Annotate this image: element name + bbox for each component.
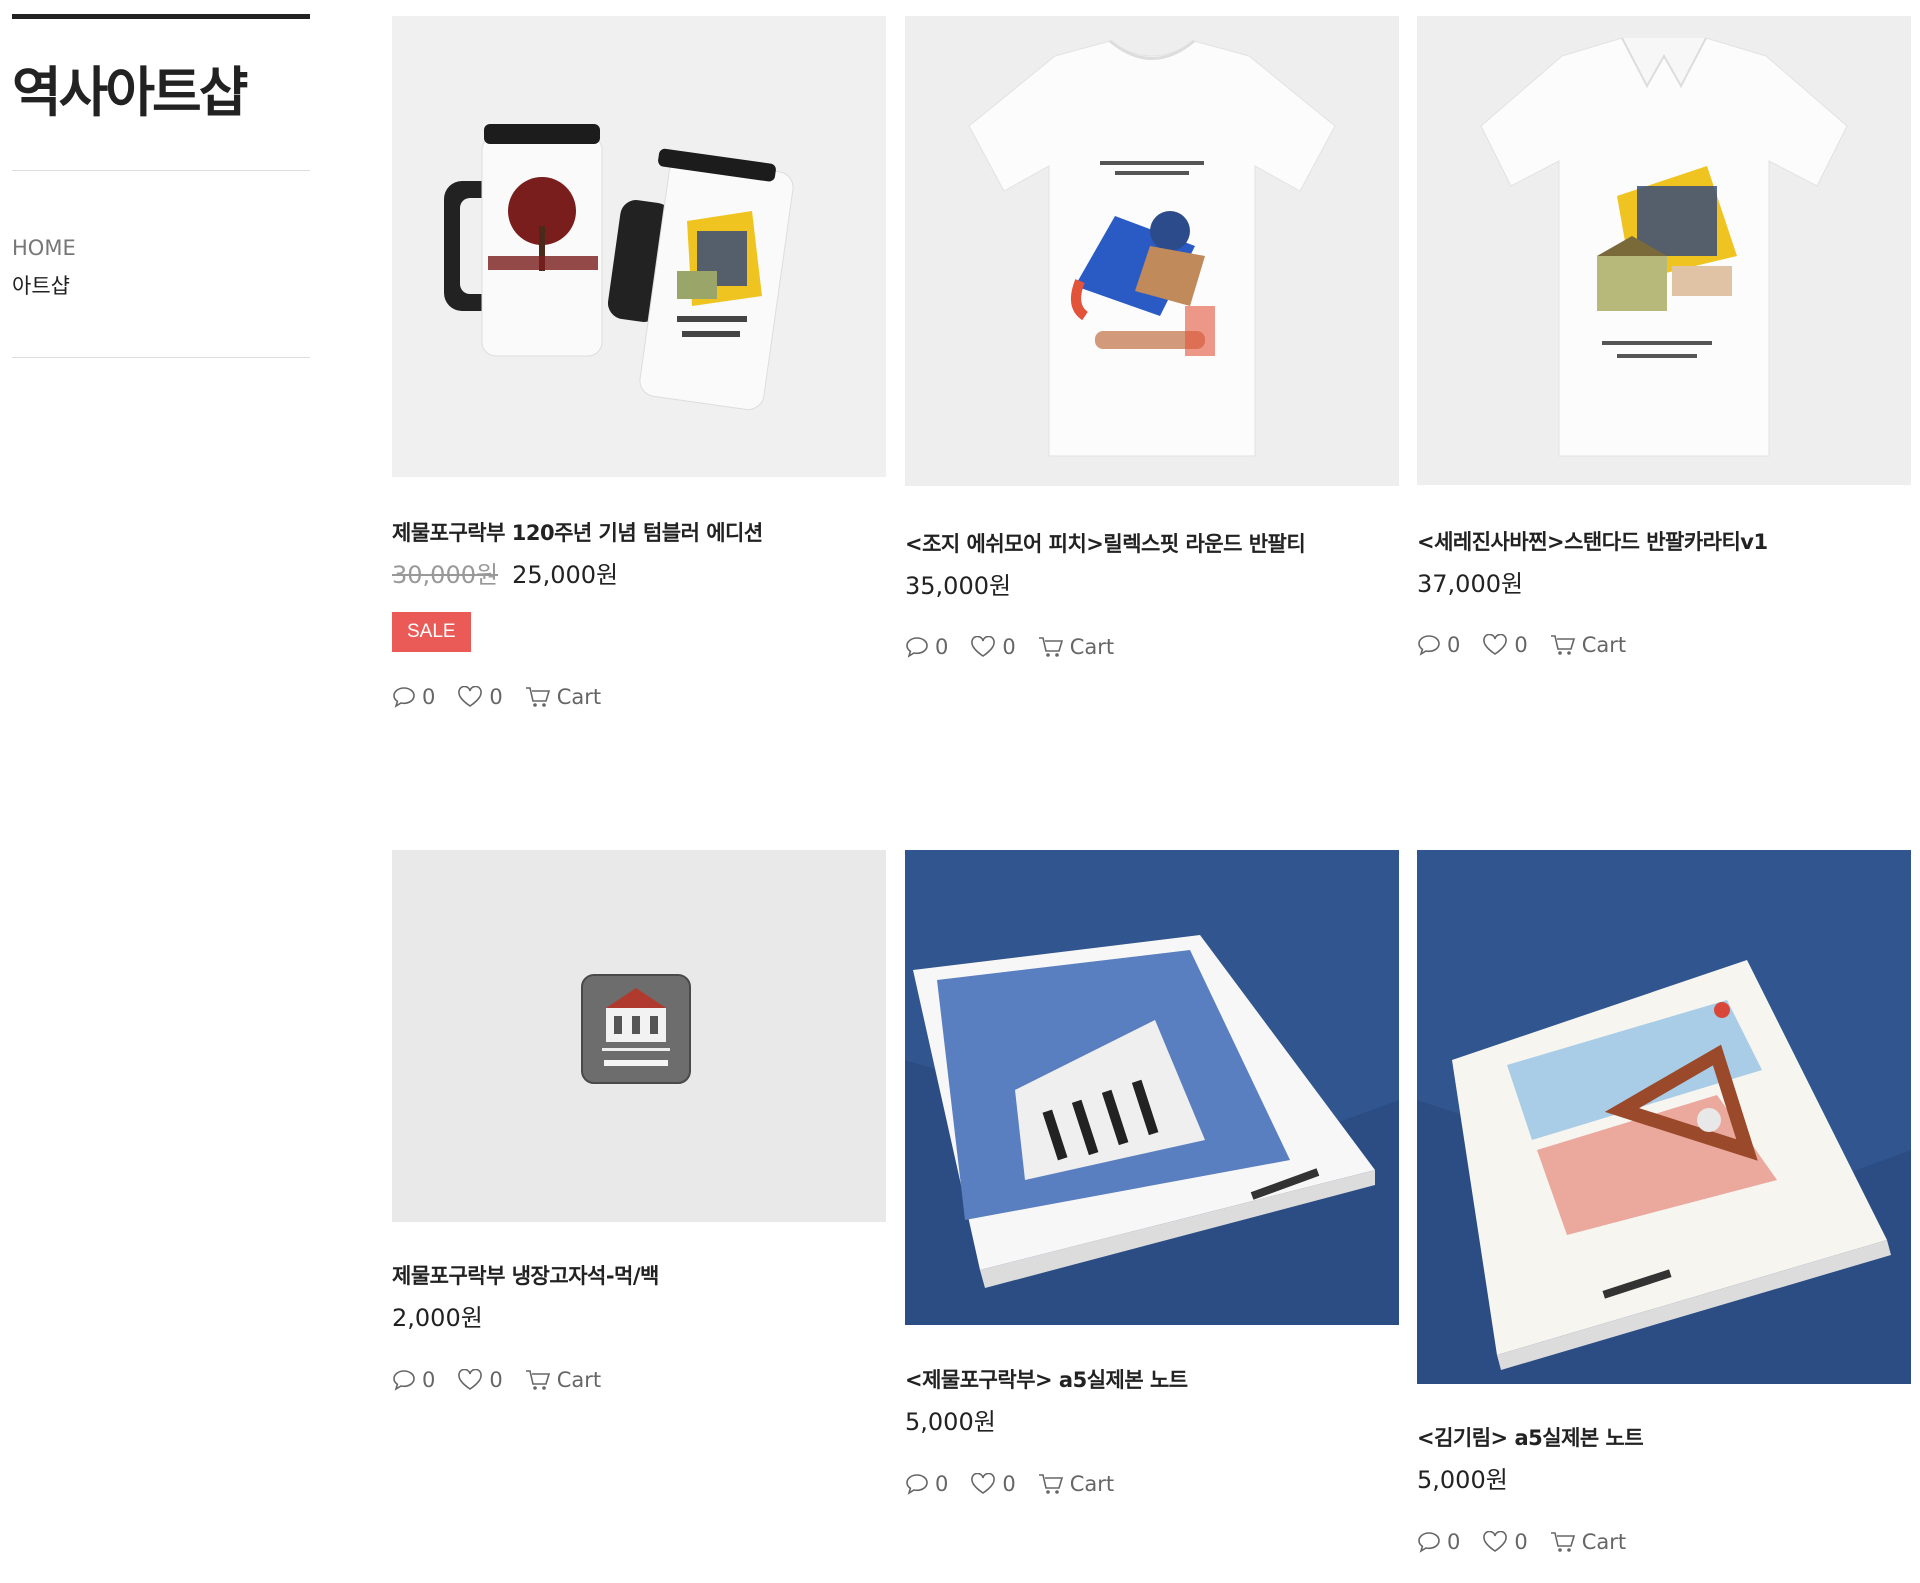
site-title[interactable]: 역사아트샵 xyxy=(12,63,310,123)
nav-item-artshop[interactable]: 아트샵 xyxy=(12,267,310,305)
comment-count-value: 0 xyxy=(422,685,436,709)
heart-icon xyxy=(1483,634,1508,655)
heart-icon xyxy=(458,686,483,707)
comment-count[interactable]: 0 xyxy=(392,685,435,709)
comment-icon xyxy=(906,637,928,658)
product-price: 5,000원 xyxy=(1417,1466,1508,1494)
comment-count-value: 0 xyxy=(935,635,949,659)
product-image-magnet[interactable] xyxy=(392,850,886,1222)
sale-badge: SALE xyxy=(392,612,471,652)
product-card: <제물포구락부> a5실제본 노트 5,000원 0 0 Cart xyxy=(905,850,1399,1496)
heart-icon xyxy=(971,1473,996,1494)
heart-icon xyxy=(458,1369,483,1390)
product-price: 35,000원 xyxy=(905,572,1012,600)
cart-label: Cart xyxy=(556,685,602,709)
product-price: 5,000원 xyxy=(905,1408,996,1436)
product-image-tumbler[interactable] xyxy=(392,16,886,477)
like-count-value: 0 xyxy=(1002,1472,1016,1496)
product-name[interactable]: <제물포구락부> a5실제본 노트 xyxy=(905,1364,1399,1394)
sidebar-nav: HOME 아트샵 xyxy=(12,229,310,305)
comment-count[interactable]: 0 xyxy=(392,1368,435,1392)
product-price: 2,000원 xyxy=(392,1304,483,1332)
cart-icon xyxy=(525,687,550,707)
comment-count-value: 0 xyxy=(935,1472,949,1496)
like-count[interactable]: 0 xyxy=(1482,1530,1528,1554)
cart-label: Cart xyxy=(1581,633,1627,657)
like-count-value: 0 xyxy=(489,1368,503,1392)
sale-price: 25,000원 xyxy=(512,561,619,589)
comment-icon xyxy=(1418,635,1440,656)
add-to-cart-button[interactable]: Cart xyxy=(1550,1530,1626,1554)
product-name[interactable]: 제물포구락부 냉장고자석-먹/백 xyxy=(392,1260,886,1290)
like-count[interactable]: 0 xyxy=(970,1472,1016,1496)
product-image-collar-tee[interactable] xyxy=(1417,16,1911,485)
divider xyxy=(12,357,310,359)
nav-item-home[interactable]: HOME xyxy=(12,229,310,267)
comment-count-value: 0 xyxy=(1447,1530,1461,1554)
cart-label: Cart xyxy=(1069,1472,1115,1496)
add-to-cart-button[interactable]: Cart xyxy=(1550,633,1626,657)
product-actions: 0 0 Cart xyxy=(905,635,1399,659)
comment-count[interactable]: 0 xyxy=(905,1472,948,1496)
product-card: <김기림> a5실제본 노트 5,000원 0 0 Cart xyxy=(1417,850,1911,1554)
like-count-value: 0 xyxy=(1002,635,1016,659)
product-image-notebook-kimgirim[interactable] xyxy=(1417,850,1911,1384)
comment-icon xyxy=(1418,1532,1440,1553)
product-name[interactable]: <세레진사바찐>스탠다드 반팔카라티v1 xyxy=(1417,526,1911,556)
comment-icon xyxy=(906,1474,928,1495)
product-actions: 0 0 Cart xyxy=(1417,633,1911,657)
product-card: <조지 에쉬모어 피치>릴렉스핏 라운드 반팔티 35,000원 0 0 Car… xyxy=(905,16,1399,659)
comment-icon xyxy=(393,1370,415,1391)
product-name[interactable]: <김기림> a5실제본 노트 xyxy=(1417,1422,1911,1452)
product-actions: 0 0 Cart xyxy=(392,685,886,709)
add-to-cart-button[interactable]: Cart xyxy=(525,1368,601,1392)
like-count[interactable]: 0 xyxy=(970,635,1016,659)
product-price: 30,000원 25,000원 xyxy=(392,555,886,590)
divider xyxy=(12,170,310,172)
product-actions: 0 0 Cart xyxy=(905,1472,1399,1496)
product-card: 제물포구락부 냉장고자석-먹/백 2,000원 0 0 Cart xyxy=(392,850,886,1392)
comment-count[interactable]: 0 xyxy=(905,635,948,659)
add-to-cart-button[interactable]: Cart xyxy=(1038,1472,1114,1496)
like-count[interactable]: 0 xyxy=(1482,633,1528,657)
heart-icon xyxy=(971,636,996,657)
product-card: <세레진사바찐>스탠다드 반팔카라티v1 37,000원 0 0 Cart xyxy=(1417,16,1911,657)
product-actions: 0 0 Cart xyxy=(392,1368,886,1392)
comment-count-value: 0 xyxy=(1447,633,1461,657)
cart-icon xyxy=(525,1370,550,1390)
sidebar: 역사아트샵 HOME 아트샵 xyxy=(12,14,310,359)
like-count[interactable]: 0 xyxy=(457,1368,503,1392)
product-price: 37,000원 xyxy=(1417,570,1524,598)
add-to-cart-button[interactable]: Cart xyxy=(1038,635,1114,659)
comment-count[interactable]: 0 xyxy=(1417,1530,1460,1554)
comment-icon xyxy=(393,687,415,708)
like-count-value: 0 xyxy=(1514,633,1528,657)
sidebar-top-bar xyxy=(12,14,310,19)
comment-count-value: 0 xyxy=(422,1368,436,1392)
product-name[interactable]: <조지 에쉬모어 피치>릴렉스핏 라운드 반팔티 xyxy=(905,528,1399,558)
add-to-cart-button[interactable]: Cart xyxy=(525,685,601,709)
product-name[interactable]: 제물포구락부 120주년 기념 텀블러 에디션 xyxy=(392,517,886,547)
cart-icon xyxy=(1550,1532,1575,1552)
cart-icon xyxy=(1038,637,1063,657)
cart-label: Cart xyxy=(1069,635,1115,659)
heart-icon xyxy=(1483,1531,1508,1552)
like-count-value: 0 xyxy=(489,685,503,709)
comment-count[interactable]: 0 xyxy=(1417,633,1460,657)
product-image-notebook-jemulpo[interactable] xyxy=(905,850,1399,1325)
like-count-value: 0 xyxy=(1514,1530,1528,1554)
product-image-round-tee[interactable] xyxy=(905,16,1399,486)
cart-label: Cart xyxy=(556,1368,602,1392)
original-price: 30,000원 xyxy=(392,561,499,589)
product-card: 제물포구락부 120주년 기념 텀블러 에디션 30,000원 25,000원 S… xyxy=(392,16,886,709)
like-count[interactable]: 0 xyxy=(457,685,503,709)
cart-icon xyxy=(1550,635,1575,655)
cart-label: Cart xyxy=(1581,1530,1627,1554)
cart-icon xyxy=(1038,1474,1063,1494)
product-actions: 0 0 Cart xyxy=(1417,1530,1911,1554)
